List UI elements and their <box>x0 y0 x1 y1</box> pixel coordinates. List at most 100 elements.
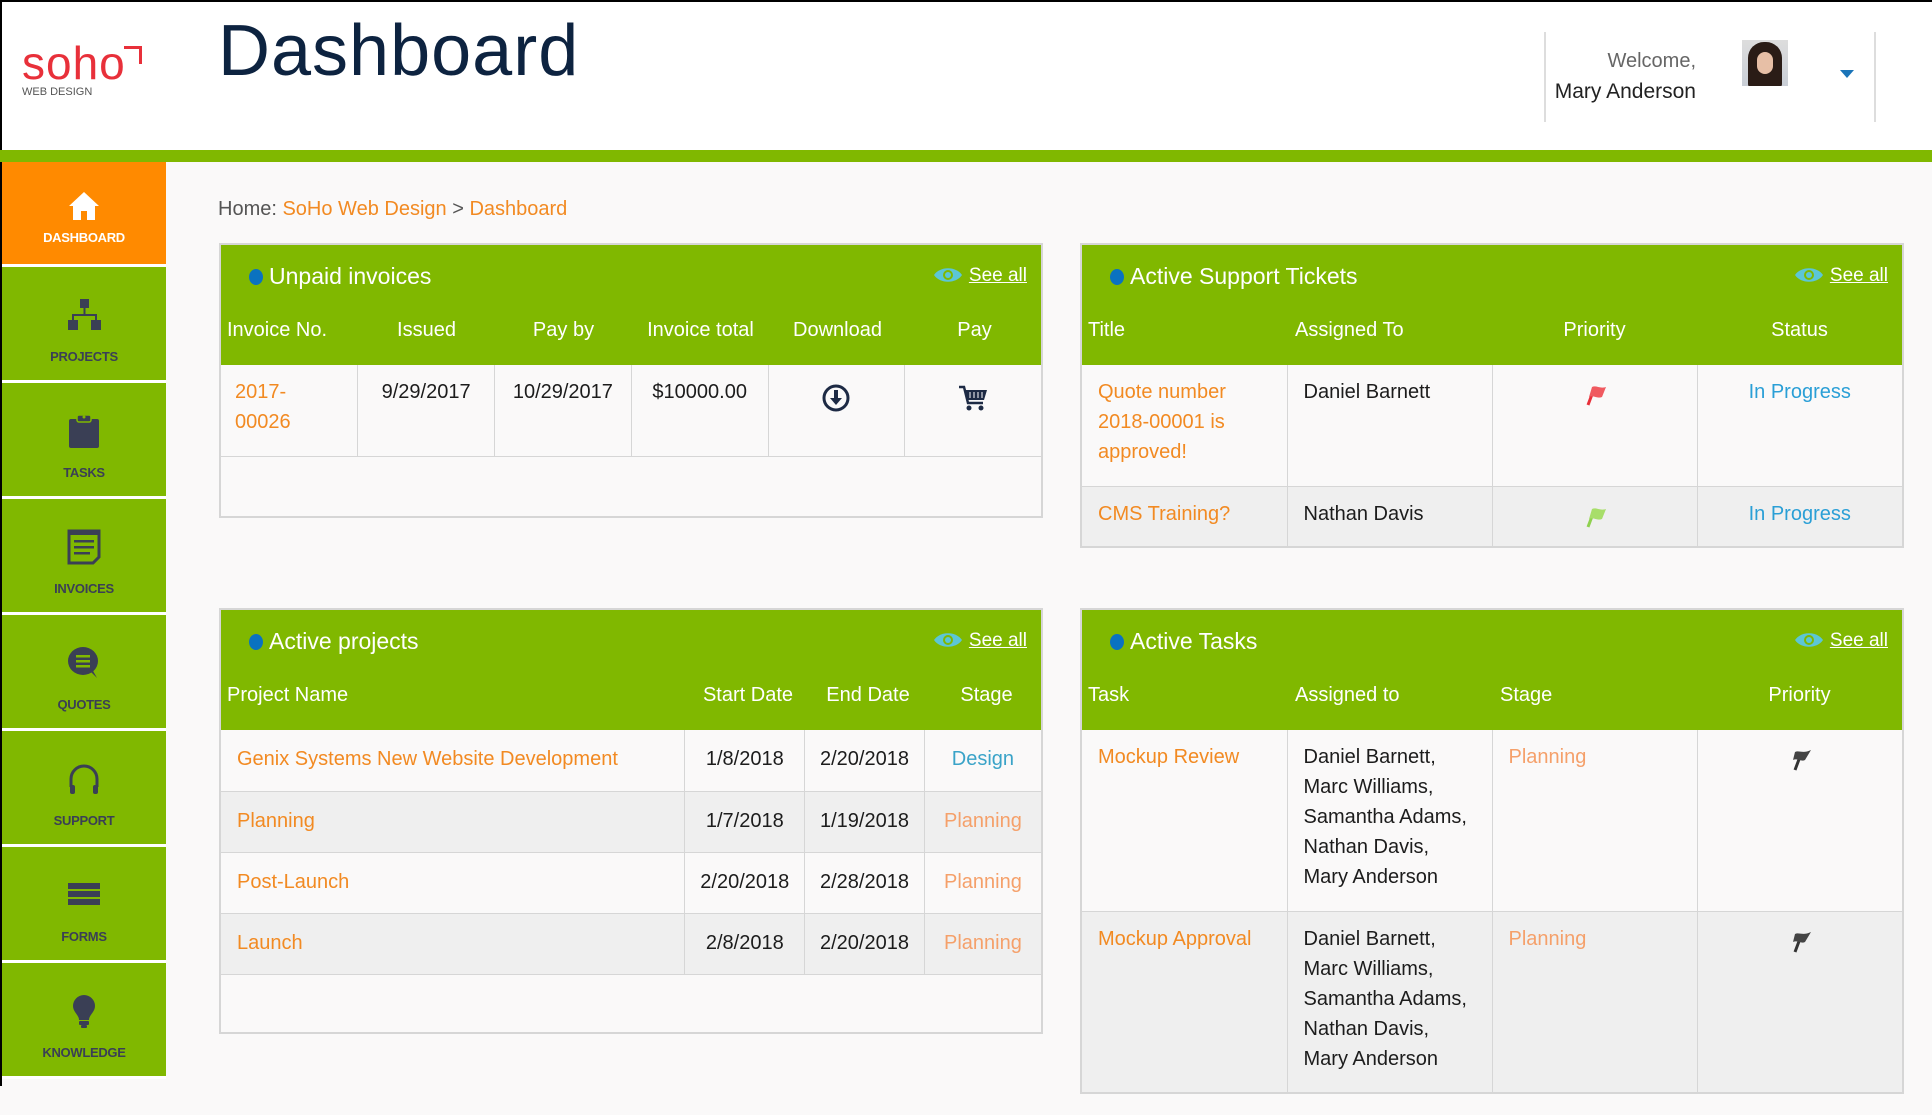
eye-icon <box>1794 266 1824 284</box>
column-header: Priority <box>1563 319 1626 341</box>
table-header: Task Assigned to Stage Priority <box>1082 684 1902 707</box>
project-end-date: 2/28/2018 <box>804 852 925 914</box>
task-stage: Planning <box>1492 911 1698 1093</box>
projects-table: Genix Systems New Website Development 1/… <box>221 730 1041 975</box>
user-menu[interactable]: Welcome, Mary Anderson <box>1544 32 1876 122</box>
table-row: Mockup Review Daniel Barnett, Marc Willia… <box>1082 730 1902 912</box>
sitemap-icon <box>68 299 101 330</box>
table-row: Mockup Approval Daniel Barnett, Marc Will… <box>1082 911 1902 1093</box>
caret-down-icon[interactable] <box>1840 70 1854 78</box>
sidebar-item-forms[interactable]: FORMS <box>2 847 166 963</box>
project-end-date: 2/20/2018 <box>804 730 925 792</box>
sidebar-item-label: SUPPORT <box>53 813 115 828</box>
sidebar-item-dashboard[interactable]: DASHBOARD <box>2 162 166 267</box>
lightbulb-icon <box>73 995 95 1028</box>
table-header: Title Assigned To Priority Status <box>1082 319 1902 342</box>
active-tasks-panel: Active Tasks See all Task Assigned to St… <box>1080 608 1904 1094</box>
column-header: Status <box>1771 319 1828 341</box>
avatar[interactable] <box>1742 40 1788 86</box>
task-stage: Planning <box>1492 730 1698 912</box>
invoice-icon <box>67 529 101 565</box>
sidebar-item-invoices[interactable]: INVOICES <box>2 499 166 615</box>
ticket-title-link[interactable]: Quote number 2018-00001 is approved! <box>1098 377 1248 467</box>
welcome-text: Welcome, <box>1607 50 1696 72</box>
task-name-link[interactable]: Mockup Review <box>1098 746 1239 768</box>
project-stage: Design <box>924 730 1041 792</box>
table-row: Quote number 2018-00001 is approved! Dan… <box>1082 365 1902 487</box>
column-header: Issued <box>397 319 456 341</box>
see-all-link[interactable]: See all <box>1794 630 1888 652</box>
see-all-link[interactable]: See all <box>933 630 1027 652</box>
logo[interactable]: soho WEB DESIGN <box>22 40 142 98</box>
tasks-table: Mockup Review Daniel Barnett, Marc Willia… <box>1082 730 1902 1093</box>
project-stage: Planning <box>924 791 1041 853</box>
column-header: Assigned To <box>1295 319 1404 341</box>
project-name-link[interactable]: Post-Launch <box>237 871 349 893</box>
sidebar-item-projects[interactable]: PROJECTS <box>2 267 166 383</box>
breadcrumb-prefix: Home: <box>218 198 277 220</box>
breadcrumb: Home: SoHo Web Design > Dashboard <box>218 198 567 221</box>
column-header: Priority <box>1768 684 1831 706</box>
project-name-link[interactable]: Genix Systems New Website Development <box>237 748 618 770</box>
sidebar-item-quotes[interactable]: QUOTES <box>2 615 166 731</box>
panel-header: Active Support Tickets See all Title Ass… <box>1082 245 1902 365</box>
sidebar-item-label: INVOICES <box>54 581 114 596</box>
sidebar-item-label: KNOWLEDGE <box>42 1045 126 1060</box>
project-end-date: 1/19/2018 <box>804 791 925 853</box>
invoice-number-link[interactable]: 2017-00026 <box>235 377 295 437</box>
logo-corner-mark <box>124 46 142 64</box>
panel-title: Active projects <box>249 628 419 655</box>
column-header: Assigned to <box>1295 684 1400 706</box>
column-header: Invoice No. <box>227 319 328 341</box>
invoices-table: 2017-00026 9/29/2017 10/29/2017 $10000.0… <box>221 365 1041 457</box>
sidebar-item-label: DASHBOARD <box>43 230 125 245</box>
see-all-link[interactable]: See all <box>933 265 1027 287</box>
project-stage: Planning <box>924 852 1041 914</box>
project-end-date: 2/20/2018 <box>804 913 925 975</box>
project-stage: Planning <box>924 913 1041 975</box>
bullet-dot-icon <box>249 634 263 650</box>
column-header: Pay <box>957 319 992 341</box>
table-header: Invoice No. Issued Pay by Invoice total … <box>221 319 1041 342</box>
column-header: Stage <box>1500 684 1553 706</box>
table-row: Post-Launch 2/20/2018 2/28/2018 Planning <box>221 852 1041 914</box>
table-row: Genix Systems New Website Development 1/… <box>221 730 1041 792</box>
cart-icon[interactable] <box>957 383 989 413</box>
list-bars-icon <box>68 883 100 905</box>
see-all-link[interactable]: See all <box>1794 265 1888 287</box>
invoice-issued: 9/29/2017 <box>357 365 495 457</box>
task-name-link[interactable]: Mockup Approval <box>1098 928 1251 950</box>
priority-flag-high-icon <box>1586 386 1606 406</box>
home-icon <box>69 192 99 220</box>
table-row: CMS Training? Nathan Davis In Progress <box>1082 486 1902 547</box>
chat-bubble-icon <box>68 647 98 678</box>
panel-header: Active projects See all Project Name Sta… <box>221 610 1041 730</box>
header-accent-bar <box>0 150 1932 162</box>
breadcrumb-link-dashboard[interactable]: Dashboard <box>469 198 567 220</box>
ticket-status: In Progress <box>1697 486 1902 547</box>
table-row: 2017-00026 9/29/2017 10/29/2017 $10000.0… <box>221 365 1041 457</box>
support-tickets-panel: Active Support Tickets See all Title Ass… <box>1080 243 1904 548</box>
breadcrumb-link-home[interactable]: SoHo Web Design <box>282 198 446 220</box>
ticket-title-link[interactable]: CMS Training? <box>1098 503 1230 525</box>
download-circle-icon[interactable] <box>821 383 851 413</box>
panel-title: Active Support Tickets <box>1110 263 1358 290</box>
column-header: End Date <box>826 684 910 706</box>
project-name-link[interactable]: Launch <box>237 932 303 954</box>
column-header: Stage <box>960 684 1013 706</box>
task-assignees: Daniel Barnett, Marc Williams, Samantha Ad… <box>1287 911 1493 1093</box>
sidebar-item-support[interactable]: SUPPORT <box>2 731 166 847</box>
column-header: Task <box>1088 684 1130 706</box>
column-header: Start Date <box>702 684 794 706</box>
project-start-date: 2/20/2018 <box>684 852 806 914</box>
clipboard-icon <box>69 414 99 448</box>
sidebar-item-knowledge[interactable]: KNOWLEDGE <box>2 963 166 1079</box>
panel-header: Unpaid invoices See all Invoice No. Issu… <box>221 245 1041 365</box>
unpaid-invoices-panel: Unpaid invoices See all Invoice No. Issu… <box>219 243 1043 518</box>
panel-title: Unpaid invoices <box>249 263 431 290</box>
project-name-link[interactable]: Planning <box>237 810 315 832</box>
active-projects-panel: Active projects See all Project Name Sta… <box>219 608 1043 1034</box>
column-header: Project Name <box>227 684 349 706</box>
ticket-assignee: Nathan Davis <box>1287 486 1493 547</box>
sidebar-item-tasks[interactable]: TASKS <box>2 383 166 499</box>
